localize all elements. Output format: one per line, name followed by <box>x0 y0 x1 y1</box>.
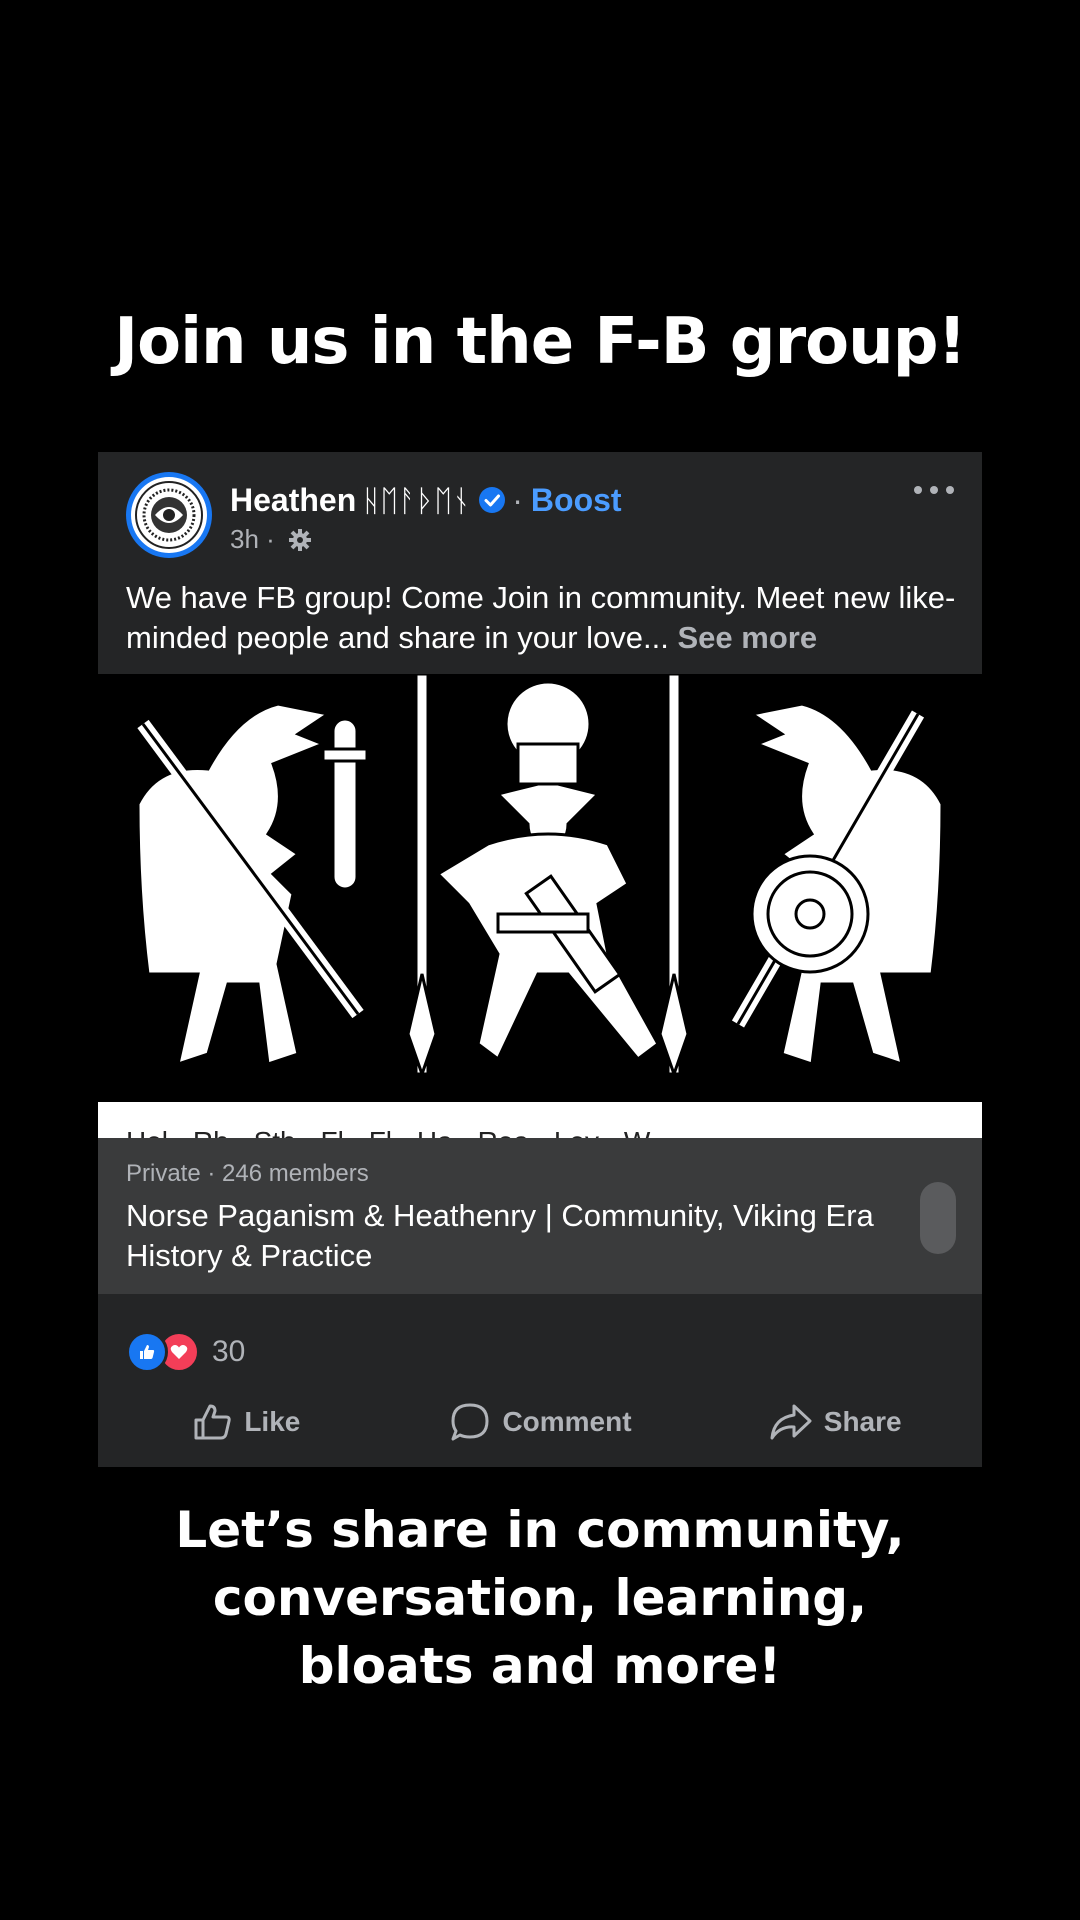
post-header: Heathen ᚺᛖᚨᚦᛖᚾ · Boost 3h · We have FB grou… <box>98 452 982 674</box>
page-name[interactable]: Heathen <box>230 482 356 518</box>
footer-line-1: Let’s share in community, <box>175 1501 905 1559</box>
page-avatar[interactable] <box>126 472 212 558</box>
comment-button[interactable]: Comment <box>393 1392 688 1452</box>
reactions-count: 30 <box>212 1335 246 1368</box>
share-icon <box>770 1404 812 1440</box>
footer-line-3: bloats and more! <box>298 1637 782 1695</box>
post-body: We have FB group! Come Join in community… <box>126 580 956 655</box>
page-name-runes: ᚺᛖᚨᚦᛖᚾ <box>362 484 471 519</box>
group-meta: Private · 246 members <box>126 1160 369 1187</box>
post-image[interactable] <box>98 672 982 1102</box>
comment-label: Comment <box>502 1406 632 1437</box>
dot-separator: · <box>512 482 523 518</box>
post-card: Heathen ᚺᛖᚨᚦᛖᚾ · Boost 3h · We have FB grou… <box>98 452 982 1467</box>
group-join-button[interactable] <box>920 1182 956 1254</box>
boost-button[interactable]: Boost <box>531 482 622 518</box>
group-name: Norse Paganism & Heathenry | Community, … <box>126 1198 874 1273</box>
group-link-card[interactable]: Private · 246 members Norse Paganism & H… <box>98 1138 982 1294</box>
headline: Join us in the F-B group! <box>114 305 966 379</box>
share-button[interactable]: Share <box>687 1392 982 1452</box>
like-icon <box>194 1404 231 1440</box>
see-more-link[interactable]: See more <box>677 620 817 655</box>
post-time: 3h · <box>230 524 275 554</box>
footer-line-2: conversation, learning, <box>212 1569 868 1627</box>
avatar-image <box>131 477 207 553</box>
post-actions: Like Comment Share <box>98 1392 982 1452</box>
link-preview-title: Hel · Rh · Sth · Fl · Fl · Ha · Rea · Le… <box>126 1126 650 1138</box>
settings-icon[interactable] <box>288 528 312 552</box>
footer-caption: Let’s share in community, conversation, … <box>0 1496 1080 1700</box>
like-label: Like <box>244 1406 301 1437</box>
link-preview-strip: Hel · Rh · Sth · Fl · Fl · Ha · Rea · Le… <box>98 1102 982 1138</box>
post-meta: 3h · <box>230 524 312 555</box>
share-label: Share <box>823 1406 902 1437</box>
page-name-line: Heathen ᚺᛖᚨᚦᛖᚾ · Boost <box>230 482 622 519</box>
comment-icon <box>451 1403 489 1441</box>
more-icon[interactable] <box>914 480 954 500</box>
like-reaction-icon <box>126 1331 168 1373</box>
post-text: We have FB group! Come Join in community… <box>126 578 956 658</box>
norse-figures-illustration <box>136 672 944 1079</box>
reactions-summary[interactable]: 30 <box>126 1331 246 1373</box>
like-button[interactable]: Like <box>98 1392 393 1452</box>
verified-icon <box>479 487 506 513</box>
